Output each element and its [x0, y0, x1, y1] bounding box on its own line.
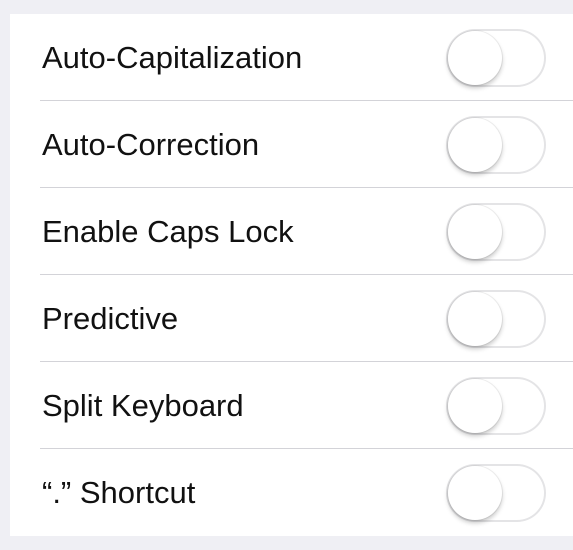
setting-row-predictive: Predictive — [10, 275, 573, 362]
setting-row-auto-correction: Auto-Correction — [10, 101, 573, 188]
top-margin — [0, 0, 573, 14]
auto-capitalization-toggle[interactable] — [446, 29, 546, 87]
predictive-toggle[interactable] — [446, 290, 546, 348]
toggle-knob — [448, 31, 502, 85]
setting-row-auto-capitalization: Auto-Capitalization — [10, 14, 573, 101]
setting-label: Auto-Correction — [42, 127, 260, 162]
toggle-knob — [448, 379, 502, 433]
period-shortcut-toggle[interactable] — [446, 464, 546, 522]
setting-label: Enable Caps Lock — [42, 214, 294, 249]
auto-correction-toggle[interactable] — [446, 116, 546, 174]
setting-label: “.” Shortcut — [42, 475, 196, 510]
toggle-knob — [448, 466, 502, 520]
toggle-knob — [448, 118, 502, 172]
toggle-knob — [448, 205, 502, 259]
setting-row-enable-caps-lock: Enable Caps Lock — [10, 188, 573, 275]
setting-label: Split Keyboard — [42, 388, 244, 423]
keyboard-settings-list: Auto-Capitalization Auto-Correction Enab… — [10, 14, 573, 536]
setting-row-period-shortcut: “.” Shortcut — [10, 449, 573, 536]
setting-row-split-keyboard: Split Keyboard — [10, 362, 573, 449]
setting-label: Predictive — [42, 301, 179, 336]
toggle-knob — [448, 292, 502, 346]
enable-caps-lock-toggle[interactable] — [446, 203, 546, 261]
split-keyboard-toggle[interactable] — [446, 377, 546, 435]
setting-label: Auto-Capitalization — [42, 40, 303, 75]
